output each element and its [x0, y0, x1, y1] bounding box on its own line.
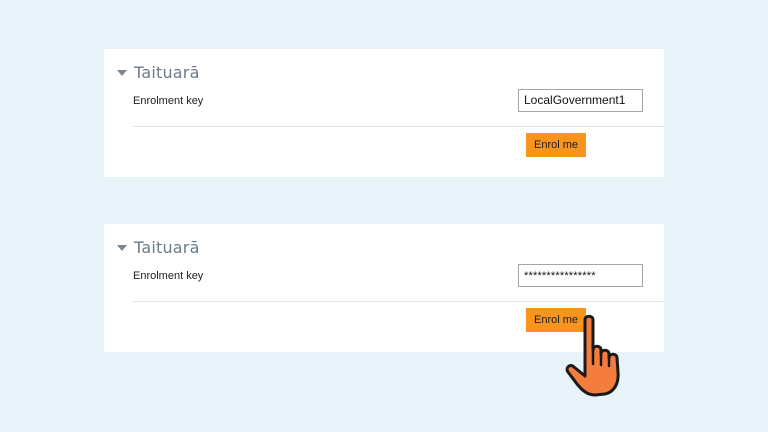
section-header[interactable]: Taituarā [117, 236, 200, 258]
enrolment-panel-plain: Taituarā Enrolment key LocalGovernment1 … [104, 49, 664, 177]
enrolment-key-label: Enrolment key [133, 270, 204, 282]
pointing-hand-icon [565, 314, 620, 397]
enrolment-key-label: Enrolment key [133, 95, 204, 107]
caret-down-icon[interactable] [117, 244, 127, 251]
enrolment-key-input[interactable]: LocalGovernment1 [518, 89, 643, 112]
enrolment-key-input-masked[interactable]: **************** [518, 264, 643, 287]
section-header[interactable]: Taituarā [117, 61, 200, 83]
section-title: Taituarā [134, 237, 200, 257]
section-title: Taituarā [134, 62, 200, 82]
caret-down-icon[interactable] [117, 69, 127, 76]
enrol-me-button[interactable]: Enrol me [526, 133, 586, 157]
divider [133, 301, 664, 302]
divider [133, 126, 664, 127]
